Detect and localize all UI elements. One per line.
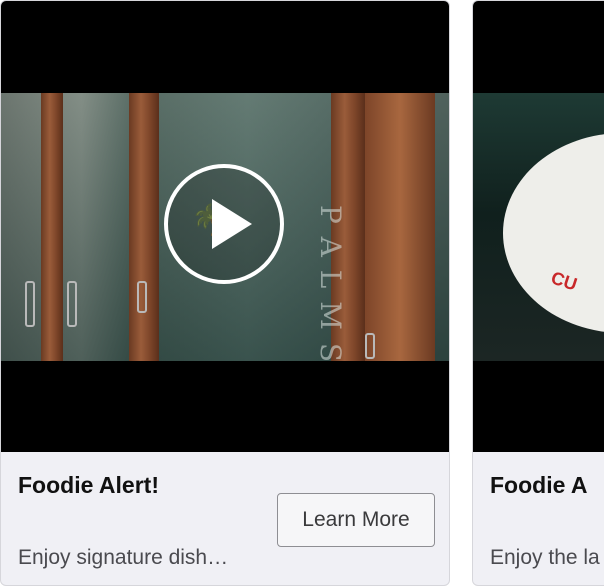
palms-etching: P A L M S <box>314 204 348 361</box>
restaurant-logo: 🌴 <box>503 133 604 333</box>
video-thumbnail[interactable]: 🌴 CU <box>473 1 604 452</box>
card-info: Foodie A Enjoy the la <box>473 452 604 585</box>
carousel-card[interactable]: 🌴 P A L M S Foodie Alert! Enjoy signatur… <box>0 0 450 586</box>
learn-more-button[interactable]: Learn More <box>277 493 435 547</box>
play-button[interactable] <box>164 164 284 284</box>
card-description: Enjoy the la <box>490 546 600 569</box>
video-frame: 🌴 CU <box>473 93 604 361</box>
card-title: Foodie A <box>490 472 588 498</box>
card-description: Enjoy signature dish… <box>18 546 229 569</box>
card-title: Foodie Alert! <box>18 472 159 498</box>
ad-carousel: 🌴 P A L M S Foodie Alert! Enjoy signatur… <box>0 0 604 588</box>
carousel-card[interactable]: 🌴 CU Foodie A Enjoy the la <box>472 0 604 586</box>
card-info: Foodie Alert! Enjoy signature dish… Lear… <box>1 452 449 585</box>
play-icon <box>212 199 252 249</box>
video-thumbnail[interactable]: 🌴 P A L M S <box>1 1 449 452</box>
